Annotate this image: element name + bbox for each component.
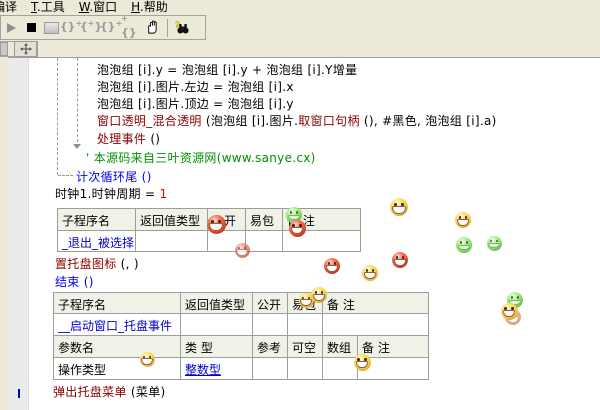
column-header: 子程序名 <box>58 209 136 231</box>
table-row: __启动窗口_托盘事件 <box>54 314 429 336</box>
table-cell[interactable] <box>323 358 358 380</box>
table-cell[interactable] <box>288 314 323 336</box>
step-out-button[interactable]: {}+ <box>101 18 121 38</box>
bubble-smiley-green <box>456 237 472 253</box>
table-cell[interactable]: _退出_被选择 <box>58 231 136 252</box>
column-header: 参考 <box>253 336 288 358</box>
column-header: 公开 <box>253 293 288 314</box>
code-line: 置托盘图标 (, ) <box>55 257 139 271</box>
table-cell[interactable] <box>323 314 429 336</box>
pause-button[interactable] <box>141 18 161 38</box>
column-header: 备 注 <box>358 336 429 358</box>
table-row: _退出_被选择 <box>58 231 361 252</box>
bubble-smiley-yellow <box>140 352 155 367</box>
code-line: 窗口透明_混合透明 (泡泡组 [i].图片.取窗口句柄 (), #黑色, 泡泡组… <box>97 114 497 128</box>
debug-monitor-button[interactable] <box>41 18 61 38</box>
table-cell[interactable] <box>181 314 253 336</box>
code-line: 时钟1.时钟周期 = 1 <box>55 187 167 201</box>
run-to-cursor-button[interactable]: +{} <box>121 18 141 38</box>
bubble-smiley-yellow <box>390 198 408 216</box>
column-header: 备 注 <box>323 293 429 314</box>
menu-window[interactable]: W.窗口 <box>79 1 117 14</box>
bubble-smiley-yellow <box>501 303 518 320</box>
code-line: 泡泡组 [i].图片.顶边 = 泡泡组 [i].y <box>97 97 294 111</box>
column-header: 子程序名 <box>54 293 181 314</box>
bubble-smiley-yellow <box>354 354 371 371</box>
bubble-smiley-red <box>392 252 408 268</box>
table-cell[interactable] <box>253 314 288 336</box>
bubble-smiley-red <box>324 258 340 274</box>
column-header: 数组 <box>323 336 358 358</box>
code-line: 计次循环尾 () <box>76 170 152 184</box>
play-icon <box>7 23 16 33</box>
column-header: 可空 <box>288 336 323 358</box>
table-cell[interactable] <box>136 231 208 252</box>
find-help-button[interactable]: ? <box>172 18 192 38</box>
menu-compile[interactable]: 编译 <box>0 1 17 14</box>
step-out-icon: {}+ <box>100 22 122 33</box>
indent-guide-corner <box>58 175 73 176</box>
run-button[interactable] <box>1 18 21 38</box>
code-line: 结束 () <box>55 275 94 289</box>
indent-guide <box>57 58 58 175</box>
column-header: 参数名 <box>54 336 181 358</box>
step-over-button[interactable]: {}+ <box>61 18 81 38</box>
bubble-smiley-red <box>207 215 226 234</box>
bubble-smiley-red <box>235 243 250 258</box>
table-cell[interactable] <box>246 231 283 252</box>
code-line: 处理事件 () <box>97 132 160 146</box>
binoculars-question-icon: ? <box>173 20 191 35</box>
editor-gutter <box>8 58 29 410</box>
column-header: 返回值类型 <box>181 293 253 314</box>
table-cell[interactable] <box>253 358 288 380</box>
procedure-table: 子程序名返回值类型公开易包备 注__启动窗口_托盘事件参数名类 型参考可空数组备… <box>53 292 429 380</box>
step-into-button[interactable]: {+} <box>81 18 101 38</box>
move-cross-icon <box>20 43 32 55</box>
debug-toolbar: {}+ {+} {}+ +{} ? <box>0 15 206 40</box>
bubble-smiley-green <box>487 236 502 251</box>
column-header: 返回值类型 <box>136 209 208 231</box>
form-toolbar <box>0 41 38 57</box>
hand-icon <box>144 20 159 35</box>
table-header-row: 参数名类 型参考可空数组备 注 <box>54 336 429 358</box>
menu-help[interactable]: H.帮助 <box>131 1 168 14</box>
run-to-cursor-icon: +{} <box>121 17 141 38</box>
column-header: 易包 <box>246 209 283 231</box>
table-cell[interactable]: 整数型 <box>181 358 253 380</box>
menu-tools[interactable]: T.工具 <box>31 1 65 14</box>
indent-guide <box>77 58 78 142</box>
fold-arrow-icon <box>73 144 81 149</box>
code-line: ' 本源码来自三叶资源网(www.sanye.cx) <box>86 151 316 165</box>
table-header-row: 子程序名返回值类型公开易包备 注 <box>54 293 429 314</box>
table-cell[interactable]: __启动窗口_托盘事件 <box>54 314 181 336</box>
stop-icon <box>27 23 36 32</box>
monitor-icon <box>44 22 59 34</box>
code-line: 弹出托盘菜单 (菜单) <box>53 385 166 399</box>
stop-button[interactable] <box>21 18 41 38</box>
code-line: 泡泡组 [i].y = 泡泡组 [i].y + 泡泡组 [i].Y增量 <box>97 63 357 77</box>
toolbar-separator <box>167 19 168 37</box>
move-tool-button[interactable] <box>14 41 37 57</box>
bubble-smiley-yellow <box>455 212 471 228</box>
bubble-smiley-red <box>289 220 306 237</box>
table-cell[interactable] <box>288 358 323 380</box>
code-line: 泡泡组 [i].图片.左边 = 泡泡组 [i].x <box>97 80 294 94</box>
bubble-smiley-yellow <box>311 287 327 303</box>
menu-bar: 编译 T.工具 W.窗口 H.帮助 <box>0 0 600 14</box>
bubble-smiley-yellow <box>362 265 378 281</box>
table-row: 操作类型整数型 <box>54 358 429 380</box>
text-caret <box>18 389 20 398</box>
table-cell[interactable]: 操作类型 <box>54 358 181 380</box>
clipped-icon <box>0 42 8 56</box>
column-header: 类 型 <box>181 336 253 358</box>
